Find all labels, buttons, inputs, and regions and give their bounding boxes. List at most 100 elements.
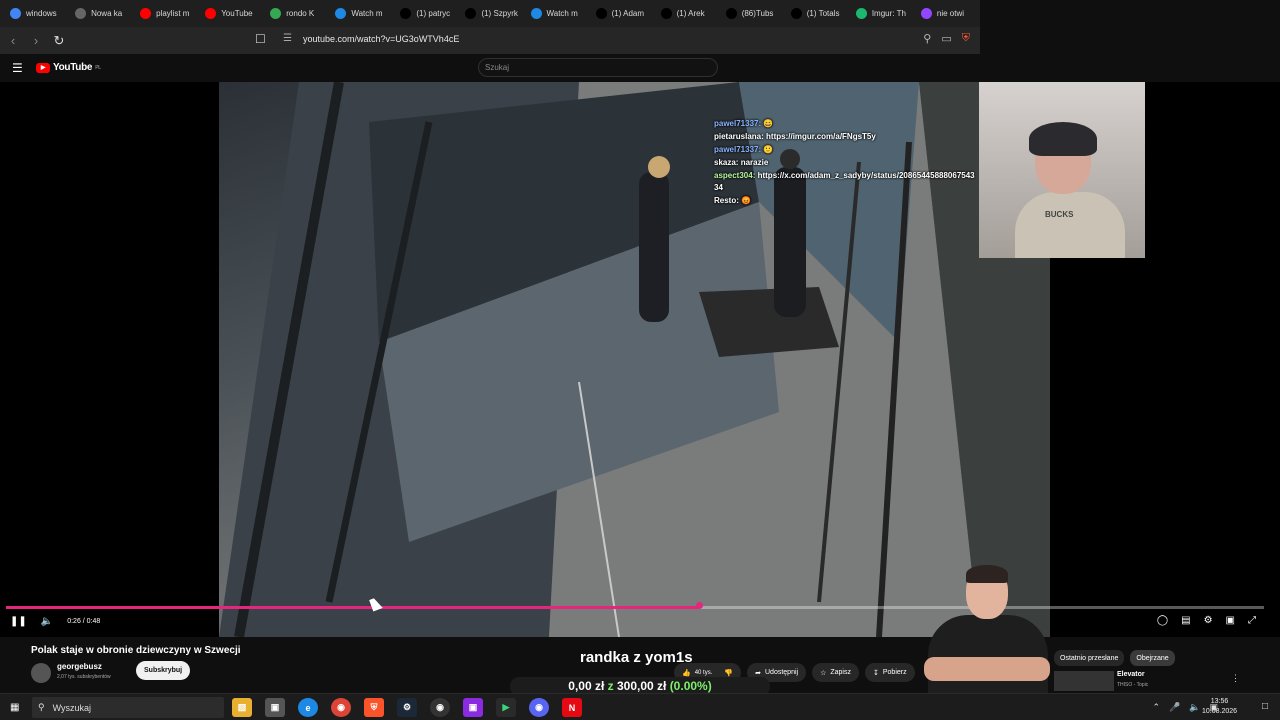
bookmark-icon[interactable]: ☐ [255,32,266,46]
back-icon[interactable]: ‹ [3,31,23,51]
channel-avatar[interactable] [31,663,51,683]
more-options-icon[interactable]: ⋮ [1231,673,1240,684]
brave-shield-icon[interactable]: ⛨ [962,32,970,45]
browser-tab[interactable]: (86)Tubs [720,0,785,27]
taskbar-search[interactable]: ⚲ Wyszukaj [32,697,224,718]
share-label: Udostępnij [765,669,799,676]
windows-start-icon[interactable]: ▦ [10,702,19,713]
twitch-icon [920,8,932,19]
pause-icon[interactable]: ❚❚ [10,616,27,627]
browser-tab[interactable]: (1) Totals [785,0,850,27]
thumbs-up-icon: 👍 [682,669,691,677]
brave-icon[interactable]: ⛨ [364,698,384,717]
browser-tab[interactable]: YouTube [199,0,264,27]
youtube-play-icon: ▶ [36,62,50,73]
save-icon: ☆ [820,669,827,677]
thumbs-down-icon[interactable]: 👎 [724,669,733,677]
taskbar-clock[interactable]: 13:56 10.08.2026 [1202,697,1237,717]
stream-chat-overlay: pawel71337: 😄 pietaruslana: https://imgur… [714,118,979,208]
obs-icon[interactable]: ◉ [430,698,450,717]
volume-icon[interactable]: 🔈 [41,616,53,627]
search-icon: ⚲ [38,702,45,712]
chat-text: narazie [740,158,769,167]
file-explorer-icon[interactable]: ▧ [232,698,252,717]
netflix-icon[interactable]: N [562,698,582,717]
tray-expand-icon[interactable]: ⌃ [1153,702,1161,713]
recommendation-thumbnail[interactable] [1054,671,1114,691]
save-button[interactable]: ☆ Zapisz [812,663,859,682]
chat-username: skaza: [714,158,739,167]
notification-icon[interactable]: □ [1262,701,1268,712]
youtube-logo[interactable]: ▶ YouTube PL [36,62,101,73]
chat-username: pawel71337: [714,119,762,128]
player-controls-right: ◯ ▤ ⚙ ▣ ⤢ [1157,615,1256,626]
download-button[interactable]: ↧ Pobierz [864,663,915,682]
browser-tab-label: Watch m [546,9,578,18]
discord-icon[interactable]: ◉ [529,698,549,717]
miniplayer-icon[interactable]: ▣ [1226,615,1235,626]
x-icon [400,8,412,19]
browser-tab[interactable]: (1) Szpyrk [459,0,524,27]
chip-recent[interactable]: Ostatnio przesłane [1054,650,1125,666]
reload-icon[interactable]: ↻ [49,31,69,51]
donation-target: 300,00 zł [616,679,667,693]
taskbar-search-placeholder: Wyszukaj [52,702,92,713]
site-info-icon[interactable]: ☰ [283,33,292,44]
zoom-icon[interactable]: ⚲ [923,32,931,45]
browser-tab[interactable]: Watch m [525,0,590,27]
browser-tab[interactable]: nie otwi [915,0,980,27]
browser-tab[interactable]: (1) Arek [655,0,720,27]
address-bar-tools: ⚲ ▭ ⛨ [923,32,970,45]
tiktok-icon [725,8,737,19]
chrome-icon[interactable]: ◉ [331,698,351,717]
steam-icon[interactable]: ⚙ [397,698,417,717]
browser-tab[interactable]: Watch m [329,0,394,27]
download-icon: ↧ [872,669,879,677]
fullscreen-icon[interactable]: ⤢ [1248,615,1256,626]
streamer-shirt: BUCKS [1015,192,1125,258]
url-field[interactable]: youtube.com/watch?v=UG3oWTVh4cE [303,34,459,44]
browser-tab[interactable]: windows [4,0,69,27]
presenter-arms [924,657,1050,681]
cast-icon[interactable]: ▭ [941,32,951,45]
presenter-body [928,615,1048,693]
recommendation-title[interactable]: Elevator [1117,671,1145,678]
browser-tab-label: (1) Szpyrk [481,9,518,18]
x-icon [660,8,672,19]
microphone-icon[interactable]: 🎤 [1169,702,1180,713]
browser-tab-label: (1) Adam [611,9,645,18]
subtitles-icon[interactable]: ▤ [1181,615,1190,626]
video-player[interactable]: pawel71337: 😄 pietaruslana: https://imgur… [0,82,1280,637]
autoplay-toggle-icon[interactable]: ◯ [1157,615,1168,626]
chat-message: pawel71337: 🙂 [714,144,979,156]
subscriber-count: 2,07 tys. subskrybentów [57,674,111,680]
channel-name[interactable]: georgebusz [57,662,102,671]
browser-tab[interactable]: Nowa ka [69,0,134,27]
search-input[interactable]: Szukaj [478,58,718,77]
watch-icon [335,8,347,19]
browser-tab[interactable]: playlist m [134,0,199,27]
subscribe-button[interactable]: Subskrybuj [136,661,191,680]
seek-bar[interactable] [6,602,1264,609]
edge-icon[interactable]: e [298,698,318,717]
seek-bar-played [6,606,700,609]
chip-watched[interactable]: Obejrzane [1130,650,1175,666]
explorer-icon[interactable]: ▣ [265,698,285,717]
settings-icon[interactable]: ⚙ [1204,615,1213,626]
seek-bar-thumb[interactable] [696,602,704,609]
app-icon[interactable]: ▣ [463,698,483,717]
browser-tab-label: (1) Totals [806,9,840,18]
media-icon[interactable]: ▶ [496,698,516,717]
browser-tab[interactable]: (1) patryc [394,0,459,27]
chat-text: 🙂 [763,145,774,154]
menu-icon[interactable]: ☰ [12,61,23,75]
chat-username: Resto: [714,196,739,205]
forward-icon[interactable]: › [26,31,46,51]
chat-username: aspect304: [714,171,756,180]
shirt-text: BUCKS [1045,210,1074,219]
save-label: Zapisz [830,669,851,676]
browser-tab[interactable]: (1) Adam [590,0,655,27]
speaker-icon[interactable]: 🔈 [1189,702,1200,713]
browser-tab[interactable]: Imgur: Th [850,0,915,27]
browser-tab[interactable]: rondo K [264,0,329,27]
